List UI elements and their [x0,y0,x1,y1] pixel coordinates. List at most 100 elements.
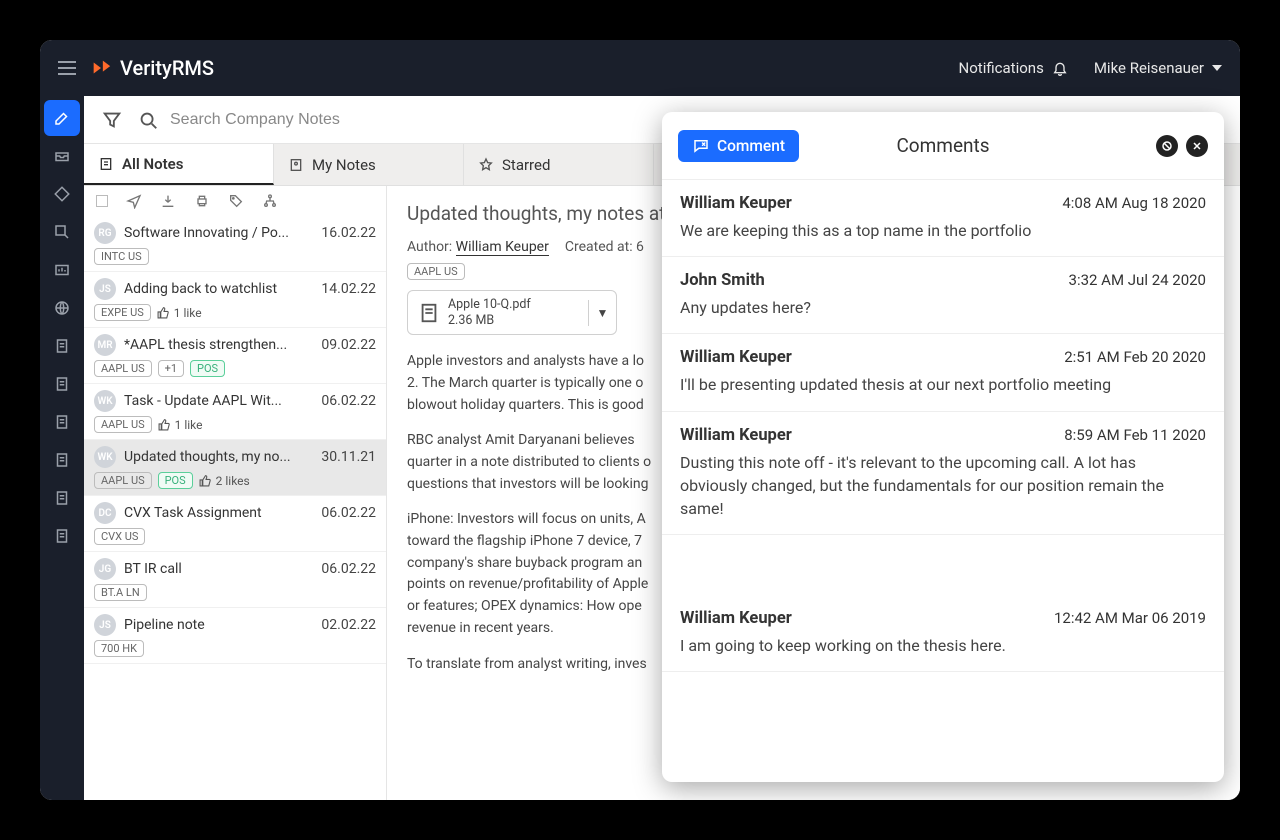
ticker-tag[interactable]: BT.A LN [94,584,147,601]
avatar: JG [94,558,116,580]
comment-item: William Keuper 2:51 AM Feb 20 2020 I'll … [662,334,1224,411]
tag-action-icon[interactable] [228,193,244,209]
ticker-tag[interactable]: CVX US [94,528,145,545]
attachment-size: 2.36 MB [448,313,531,329]
ticker-tag[interactable]: AAPL US [94,416,152,433]
rail-doc1[interactable] [44,328,80,364]
avatar: RG [94,222,116,244]
pdf-icon [418,302,440,324]
bell-icon [1052,60,1068,76]
note-date: 06.02.22 [321,561,376,577]
ticker-tag[interactable]: INTC US [94,248,149,265]
note-item[interactable]: JS Adding back to watchlist 14.02.22 EXP… [84,272,386,328]
rail-dashboard[interactable] [44,252,80,288]
send-icon[interactable] [126,193,142,209]
rail-doc5[interactable] [44,480,80,516]
search-icon[interactable] [134,106,162,134]
rail-compose[interactable] [44,100,80,136]
note-title: Adding back to watchlist [124,281,313,297]
note-title: Pipeline note [124,617,313,633]
menu-icon[interactable] [58,61,76,75]
notifications-label: Notifications [959,59,1044,77]
note-date: 02.02.22 [321,617,376,633]
note-item[interactable]: DC CVX Task Assignment 06.02.22 CVX US [84,496,386,552]
download-icon[interactable] [160,193,176,209]
select-all-checkbox[interactable] [96,195,108,207]
attachment-dropdown[interactable]: ▼ [588,300,616,326]
avatar: JS [94,614,116,636]
comment-button[interactable]: Comment [678,130,799,162]
comment-item: William Keuper 8:59 AM Feb 11 2020 Dusti… [662,412,1224,536]
pos-tag[interactable]: POS [158,472,193,489]
note-item[interactable]: WK Task - Update AAPL Wit... 06.02.22 AA… [84,384,386,440]
rail-doc6[interactable] [44,518,80,554]
comment-author: William Keuper [680,348,792,367]
note-item[interactable]: WK Updated thoughts, my no... 30.11.21 A… [84,440,386,496]
note-list: RG Software Innovating / Po... 16.02.22 … [84,186,387,800]
rail-search[interactable] [44,214,80,250]
note-title: CVX Task Assignment [124,505,313,521]
comment-body: Any updates here? [680,296,1206,319]
note-date: 06.02.22 [321,393,376,409]
attachment[interactable]: Apple 10-Q.pdf 2.36 MB ▼ [407,290,617,335]
note-item[interactable]: RG Software Innovating / Po... 16.02.22 … [84,216,386,272]
hierarchy-icon[interactable] [262,193,278,209]
tab-label: Starred [502,156,550,174]
note-item[interactable]: JG BT IR call 06.02.22 BT.A LN [84,552,386,608]
rail-inbox[interactable] [44,138,80,174]
ticker-tag[interactable]: AAPL US [94,472,152,489]
notes-icon [98,156,114,172]
comment-author: William Keuper [680,426,792,445]
extra-tag[interactable]: +1 [158,360,184,377]
close-icon[interactable] [1186,135,1208,157]
avatar: WK [94,446,116,468]
comment-body: I am going to keep working on the thesis… [680,634,1206,657]
comments-panel: Comment Comments William Keuper 4:08 AM … [662,112,1224,782]
pos-tag[interactable]: POS [190,360,225,377]
tab-my-notes[interactable]: My Notes [274,144,464,185]
like-count[interactable]: 1 like [157,306,202,320]
detail-ticker-tag[interactable]: AAPL US [407,263,465,280]
ticker-tag[interactable]: EXPE US [94,304,151,321]
note-title: *AAPL thesis strengthen... [124,337,313,353]
comment-time: 4:08 AM Aug 18 2020 [1062,194,1206,212]
comment-time: 2:51 AM Feb 20 2020 [1064,348,1206,366]
ticker-tag[interactable]: AAPL US [94,360,152,377]
note-title: Software Innovating / Po... [124,225,313,241]
detail-author[interactable]: William Keuper [456,239,549,256]
comment-item: William Keuper 12:42 AM Mar 06 2019 I am… [662,595,1224,672]
like-count[interactable]: 1 like [158,418,203,432]
avatar: JS [94,278,116,300]
note-title: Updated thoughts, my no... [124,449,313,465]
person-notes-icon [288,157,304,173]
comment-body: Dusting this note off - it's relevant to… [680,451,1206,521]
ticker-tag[interactable]: 700 HK [94,640,144,657]
rail-doc4[interactable] [44,442,80,478]
attachment-name: Apple 10-Q.pdf [448,297,531,313]
logo-icon [90,57,112,79]
filter-icon[interactable] [98,106,126,134]
note-date: 06.02.22 [321,505,376,521]
topbar: VerityRMS Notifications Mike Reisenauer [40,40,1240,96]
like-count[interactable]: 2 likes [199,474,250,488]
note-date: 30.11.21 [321,449,376,465]
list-toolbar [84,186,386,216]
note-item[interactable]: MR *AAPL thesis strengthen... 09.02.22 A… [84,328,386,384]
print-icon[interactable] [194,193,210,209]
rail-globe[interactable] [44,290,80,326]
notifications-button[interactable]: Notifications [959,59,1068,77]
comment-item: John Smith 3:32 AM Jul 24 2020 Any updat… [662,257,1224,334]
user-menu[interactable]: Mike Reisenauer [1094,59,1222,77]
note-date: 14.02.22 [321,281,376,297]
rail-doc3[interactable] [44,404,80,440]
rail-tags[interactable] [44,176,80,212]
note-title: Task - Update AAPL Wit... [124,393,313,409]
avatar: WK [94,390,116,412]
note-item[interactable]: JS Pipeline note 02.02.22 700 HK [84,608,386,664]
tab-starred[interactable]: Starred [464,144,654,185]
tab-label: All Notes [122,155,183,173]
comment-time: 3:32 AM Jul 24 2020 [1069,271,1206,289]
block-icon[interactable] [1156,135,1178,157]
tab-all-notes[interactable]: All Notes [84,144,274,185]
rail-doc2[interactable] [44,366,80,402]
